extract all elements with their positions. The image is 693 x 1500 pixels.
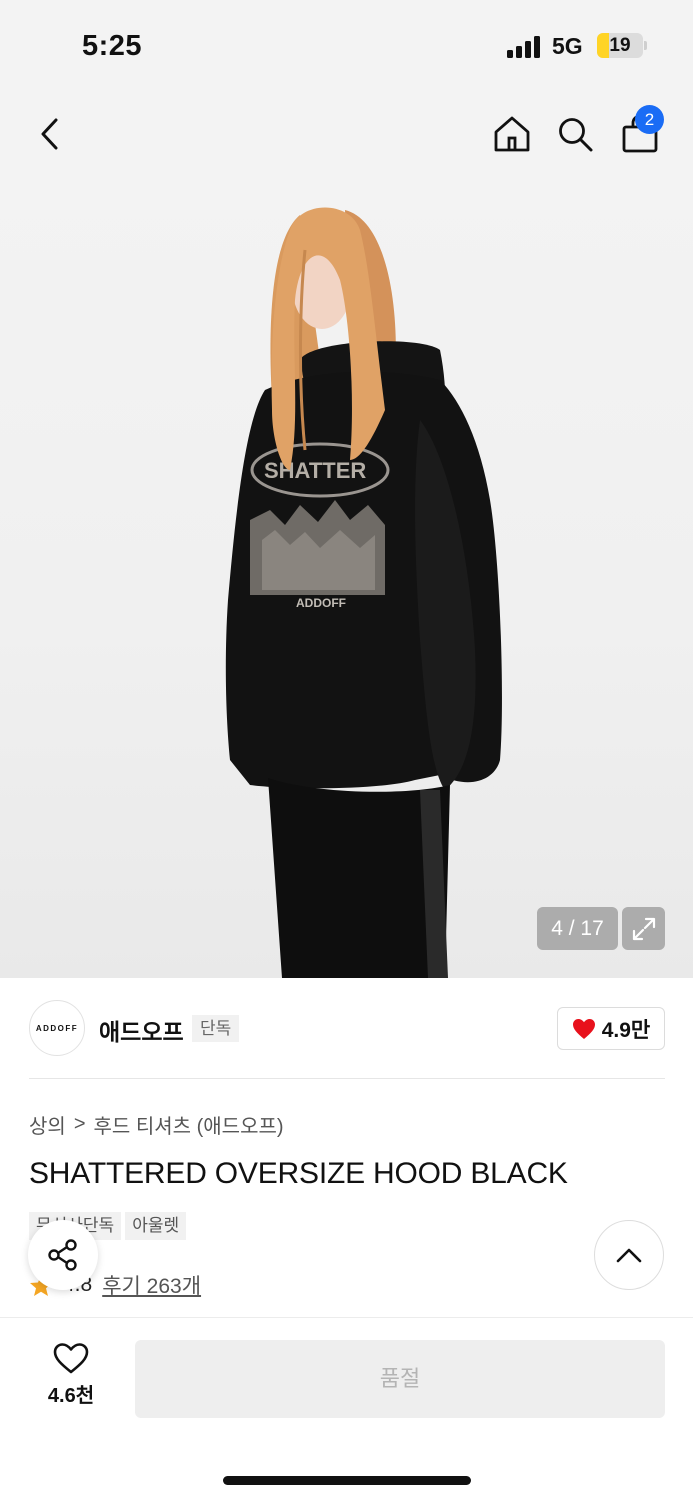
battery-tip xyxy=(644,41,647,50)
expand-button[interactable] xyxy=(622,907,665,950)
heart-icon xyxy=(572,1018,595,1039)
nav-bar xyxy=(0,90,693,180)
back-icon xyxy=(41,118,58,150)
image-counter: 4 / 17 xyxy=(537,907,618,950)
wishlist-count: 4.6천 xyxy=(47,1385,95,1407)
breadcrumb: 상의 > 후드 티셔츠 (애드오프) xyxy=(29,1110,284,1139)
chevron-up-icon xyxy=(616,1248,642,1263)
brand-exclusive-tag: 단독 xyxy=(192,1015,240,1042)
home-button[interactable] xyxy=(488,110,536,158)
brand-like-button[interactable]: 4.9만 xyxy=(557,1007,665,1050)
heart-outline-icon xyxy=(53,1343,89,1374)
cart-count-badge: 2 xyxy=(635,105,664,134)
divider xyxy=(29,1078,665,1079)
product-photo: SHATTER ADDOFF xyxy=(225,207,502,978)
back-button[interactable] xyxy=(26,110,74,158)
breadcrumb-category[interactable]: 상의 xyxy=(29,1110,66,1139)
share-icon xyxy=(48,1239,77,1271)
breadcrumb-separator: > xyxy=(73,1113,86,1135)
signal-icon xyxy=(507,36,540,58)
battery-icon: 19 xyxy=(597,33,643,58)
network-label: 5G xyxy=(552,33,583,59)
status-bar: 5:25 5G 19 xyxy=(0,0,693,90)
print-brand: ADDOFF xyxy=(296,596,346,610)
home-indicator[interactable] xyxy=(223,1476,471,1485)
tag-outlet: 아울렛 xyxy=(125,1212,187,1240)
home-icon xyxy=(494,116,530,152)
status-time: 5:25 xyxy=(82,30,143,62)
search-icon xyxy=(559,118,593,152)
expand-icon xyxy=(632,917,655,940)
brand-like-count: 4.9만 xyxy=(601,1018,651,1042)
wishlist-button[interactable]: 4.6천 xyxy=(40,1343,102,1413)
share-button[interactable] xyxy=(28,1220,98,1290)
brand-name[interactable]: 애드오프 xyxy=(99,1013,184,1047)
scroll-top-button[interactable] xyxy=(594,1220,664,1290)
product-title: SHATTERED OVERSIZE HOOD BLACK xyxy=(29,1157,568,1190)
battery-level: 19 xyxy=(609,35,631,56)
review-link[interactable]: 후기 263개 xyxy=(102,1270,201,1300)
brand-logo-text: ADDOFF xyxy=(35,1023,79,1033)
print-text: SHATTER xyxy=(264,458,366,483)
soldout-button[interactable]: 품절 xyxy=(135,1340,665,1418)
product-image-gallery[interactable]: SHATTER ADDOFF xyxy=(0,180,693,978)
brand-logo[interactable]: ADDOFF xyxy=(29,1000,85,1056)
search-button[interactable] xyxy=(551,110,599,158)
breadcrumb-subcategory[interactable]: 후드 티셔츠 (애드오프) xyxy=(94,1110,284,1139)
